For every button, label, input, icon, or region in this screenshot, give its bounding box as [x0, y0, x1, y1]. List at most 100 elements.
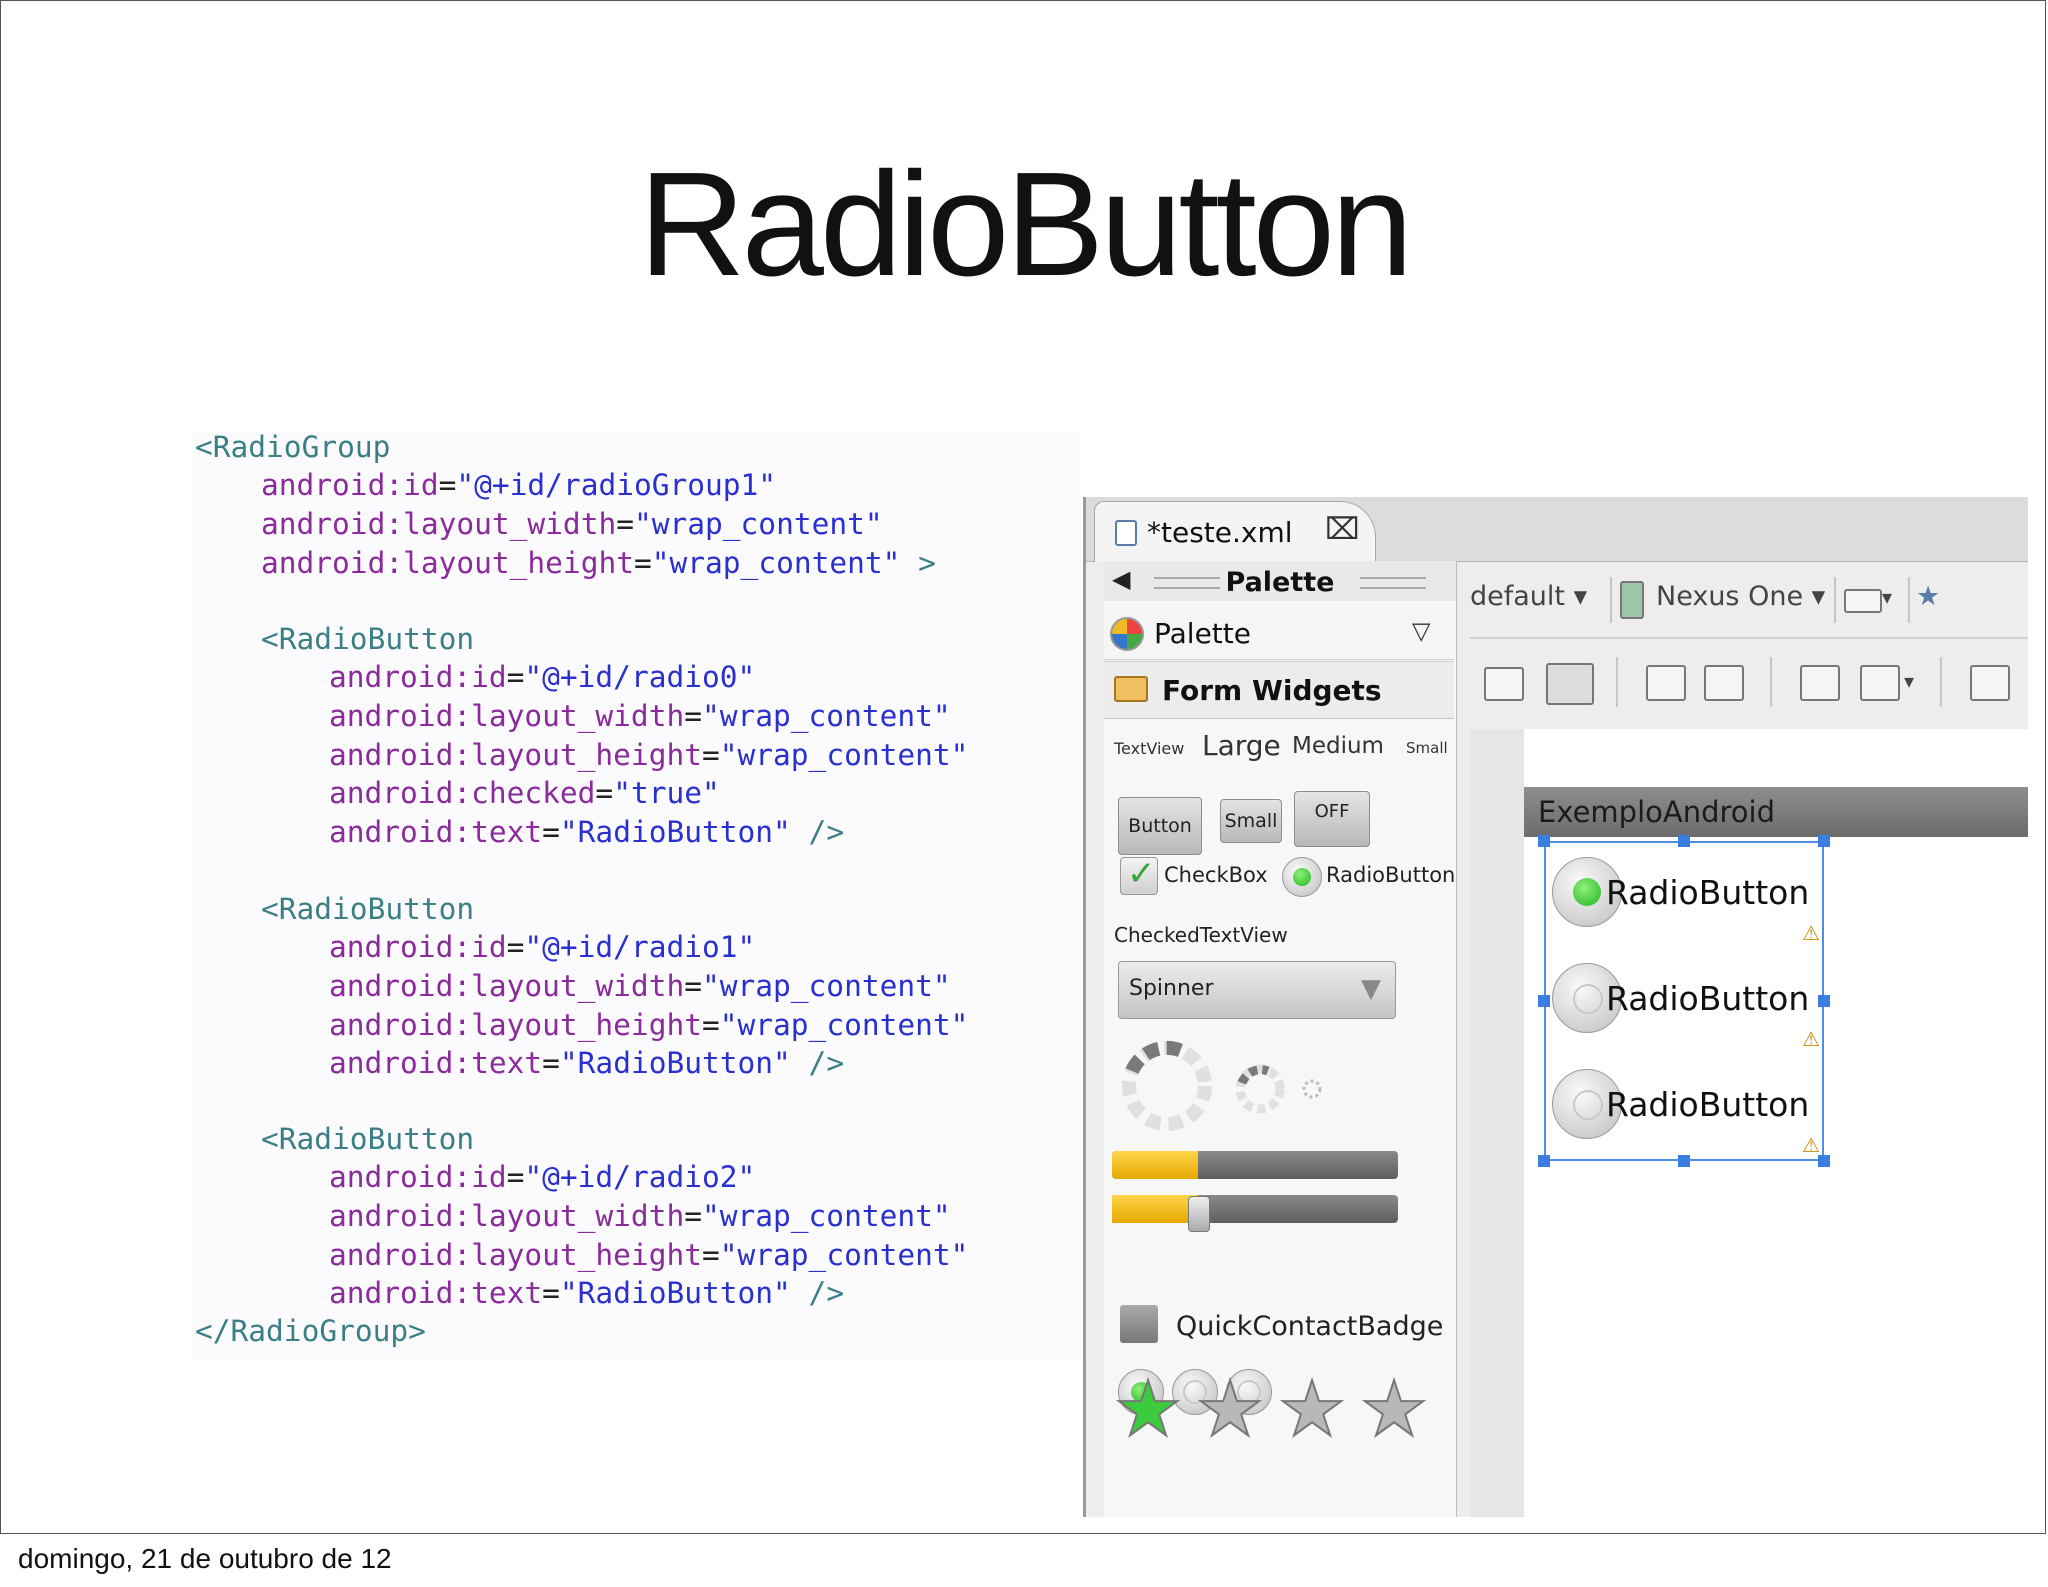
- widget-quickcontactbadge[interactable]: QuickContactBadge: [1176, 1311, 1443, 1342]
- widget-radiobutton-label: RadioButton: [1326, 863, 1456, 887]
- widget-checkedtextview[interactable]: CheckedTextView: [1114, 923, 1288, 947]
- widget-large-text[interactable]: Large: [1202, 729, 1281, 762]
- progress-medium-icon[interactable]: [1230, 1059, 1290, 1119]
- widget-small-button[interactable]: Small: [1220, 799, 1282, 843]
- slide-title: RadioButton: [638, 142, 1414, 307]
- code-line: android:text="RadioButton" />: [329, 1046, 845, 1080]
- eclipse-layout-editor: *teste.xml ⌧ ◀ Palette Palette ▽ Form Wi…: [1083, 497, 2028, 1517]
- code-line: android:id="@+id/radio2": [329, 1160, 756, 1194]
- star-icon[interactable]: ★: [1916, 581, 1940, 612]
- widget-spinner[interactable]: Spinner ▼: [1118, 961, 1396, 1019]
- code-line: android:layout_width="wrap_content": [329, 1199, 951, 1233]
- palette-icon: [1110, 617, 1144, 651]
- toolbar-divider: [1470, 637, 2028, 639]
- category-label: Form Widgets: [1162, 674, 1382, 707]
- warning-icon: ⚠: [1802, 1027, 1820, 1051]
- device-icon: [1620, 581, 1644, 619]
- rating-star-icon[interactable]: ★: [1113, 1370, 1183, 1448]
- distribute-icon[interactable]: [1970, 665, 2010, 701]
- widget-textview[interactable]: TextView: [1114, 739, 1184, 758]
- resize-handle[interactable]: [1538, 1155, 1550, 1167]
- palette-selector[interactable]: Palette ▽: [1104, 605, 1454, 660]
- preview-radio-label: RadioButton: [1606, 979, 1810, 1018]
- preview-radio-label: RadioButton: [1606, 1085, 1810, 1124]
- category-form-widgets[interactable]: Form Widgets: [1104, 661, 1454, 719]
- code-radiobutton-open: <RadioButton: [261, 892, 475, 926]
- warning-icon: ⚠: [1802, 1133, 1820, 1157]
- code-line: android:id="@+id/radioGroup1": [261, 468, 777, 502]
- chevron-down-icon: ▽: [1412, 617, 1431, 645]
- theme-dropdown[interactable]: default ▾: [1470, 581, 1587, 612]
- chevron-down-icon[interactable]: ▾: [1882, 585, 1892, 609]
- widget-checkbox-label: CheckBox: [1164, 863, 1268, 887]
- code-line: android:layout_height="wrap_content": [329, 1008, 969, 1042]
- code-line: android:id="@+id/radio0": [329, 660, 756, 694]
- rating-star-icon[interactable]: ★: [1359, 1370, 1429, 1448]
- rating-star-icon[interactable]: ★: [1195, 1370, 1265, 1448]
- resize-handle[interactable]: [1678, 835, 1690, 847]
- progress-large-icon[interactable]: [1112, 1031, 1222, 1141]
- preview-radio-label: RadioButton: [1606, 873, 1810, 912]
- check-icon: ✓: [1127, 854, 1156, 894]
- fill-height-icon[interactable]: [1704, 665, 1744, 701]
- close-icon[interactable]: ⌧: [1325, 512, 1360, 547]
- widget-seekbar[interactable]: [1112, 1195, 1398, 1232]
- code-line: android:layout_width="wrap_content": [329, 969, 951, 1003]
- widget-progressbar-horizontal[interactable]: [1112, 1151, 1398, 1179]
- resize-handle[interactable]: [1538, 995, 1550, 1007]
- widget-radiobutton[interactable]: [1282, 857, 1322, 897]
- rating-star-icon[interactable]: ★: [1277, 1370, 1347, 1448]
- resize-handle[interactable]: [1818, 835, 1830, 847]
- palette-selector-label: Palette: [1154, 617, 1251, 650]
- widget-button[interactable]: Button: [1118, 797, 1202, 855]
- code-radiobutton-open: <RadioButton: [261, 622, 475, 656]
- palette-header: ◀ Palette: [1104, 561, 1456, 601]
- slide: RadioButton <RadioGroup android:id="@+id…: [0, 0, 2046, 1534]
- progress-small-icon[interactable]: [1300, 1077, 1324, 1101]
- zoom-fit-icon[interactable]: [1860, 665, 1900, 701]
- code-line: android:text="RadioButton" />: [329, 815, 845, 849]
- rows-icon[interactable]: [1546, 663, 1594, 705]
- resize-handle[interactable]: [1818, 995, 1830, 1007]
- xml-code-block: <RadioGroup android:id="@+id/radioGroup1…: [191, 431, 1081, 1359]
- code-line: android:layout_height="wrap_content" >: [261, 546, 936, 580]
- device-dropdown[interactable]: Nexus One ▾: [1656, 581, 1825, 612]
- seekbar-thumb[interactable]: [1187, 1196, 1210, 1232]
- orientation-icon[interactable]: [1844, 589, 1882, 613]
- code-line: android:id="@+id/radio1": [329, 930, 756, 964]
- chevron-down-icon[interactable]: ▾: [1904, 669, 1914, 693]
- widget-toggle-button[interactable]: OFF: [1294, 791, 1370, 847]
- code-line: android:layout_width="wrap_content": [329, 699, 951, 733]
- folder-icon: [1114, 676, 1148, 702]
- chevron-down-icon: ▼: [1361, 974, 1381, 1004]
- widget-checkbox[interactable]: ✓: [1120, 854, 1158, 895]
- palette-panel: ◀ Palette Palette ▽ Form Widgets TextVie…: [1104, 561, 1457, 1517]
- code-radiobutton-open: <RadioButton: [261, 1122, 475, 1156]
- code-radiogroup-close: </RadioGroup>: [195, 1314, 426, 1348]
- palette-header-title: Palette: [1225, 567, 1335, 598]
- editor-tab-bar: *teste.xml ⌧: [1086, 497, 2028, 562]
- code-line: android:layout_height="wrap_content": [329, 738, 969, 772]
- code-radiogroup-open: <RadioGroup: [195, 430, 391, 464]
- tab-label: *teste.xml: [1147, 516, 1293, 549]
- spinner-label: Spinner: [1129, 976, 1214, 1001]
- tab-teste-xml[interactable]: *teste.xml ⌧: [1094, 501, 1376, 562]
- margins-icon[interactable]: [1800, 665, 1840, 701]
- widget-small-text[interactable]: Small: [1406, 739, 1448, 757]
- app-title-bar: ExemploAndroid: [1524, 787, 2028, 837]
- app-title: ExemploAndroid: [1538, 795, 1776, 829]
- code-line: android:layout_width="wrap_content": [261, 507, 883, 541]
- warning-icon: ⚠: [1802, 921, 1820, 945]
- resize-handle[interactable]: [1538, 835, 1550, 847]
- columns-icon[interactable]: [1484, 667, 1524, 701]
- contact-avatar-icon: [1120, 1305, 1158, 1343]
- slide-footer-date: domingo, 21 de outubro de 12: [18, 1543, 392, 1574]
- xml-file-icon: [1115, 520, 1137, 546]
- fill-width-icon[interactable]: [1646, 665, 1686, 701]
- code-line: android:layout_height="wrap_content": [329, 1238, 969, 1272]
- code-line: android:text="RadioButton" />: [329, 1276, 845, 1310]
- code-line: android:checked="true": [329, 776, 720, 810]
- layout-toolbar: default ▾ Nexus One ▾ ▾ ★: [1470, 571, 2028, 631]
- resize-handle[interactable]: [1678, 1155, 1690, 1167]
- widget-medium-text[interactable]: Medium: [1292, 733, 1384, 759]
